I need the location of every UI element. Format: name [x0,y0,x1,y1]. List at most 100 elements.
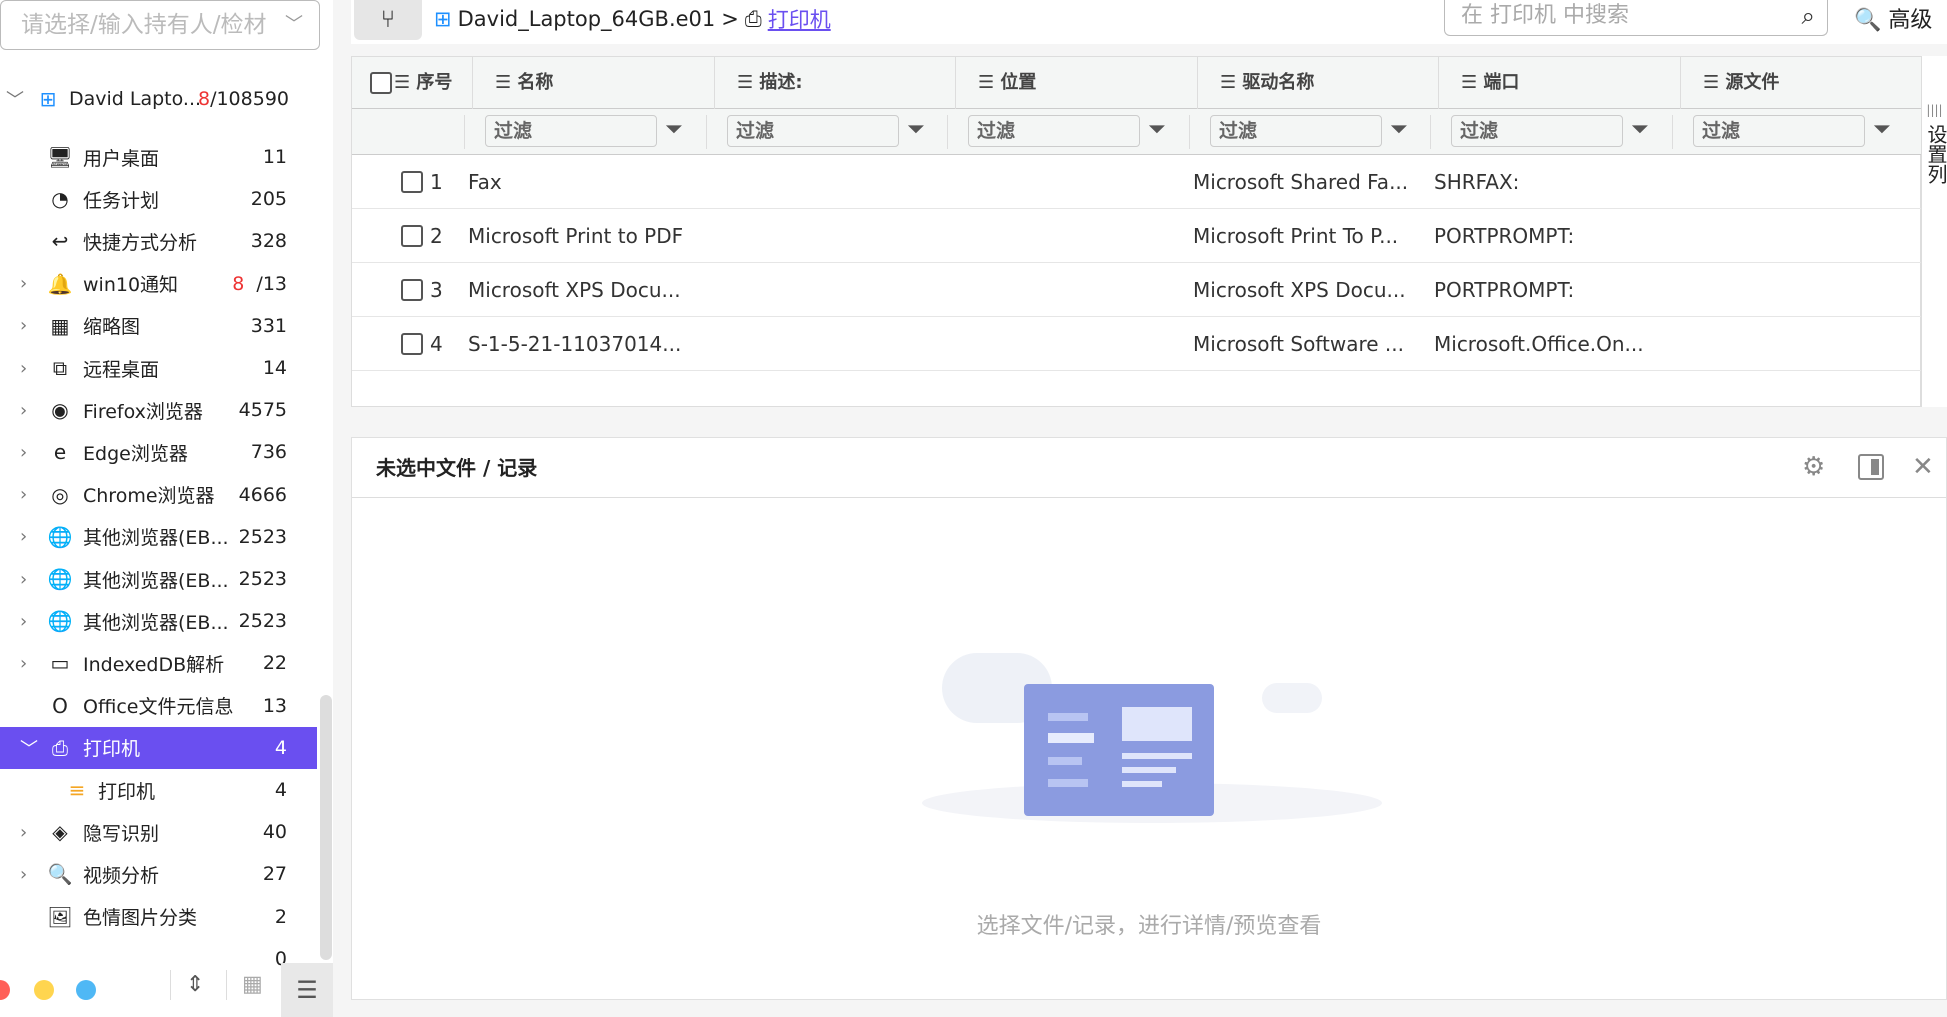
owner-select[interactable]: 请选择/输入持有人/检材 ﹀ [0,0,320,50]
row-checkbox[interactable] [401,171,423,193]
filter-icon[interactable]: ⏷ [1148,117,1166,142]
chevron-right-icon[interactable]: › [20,442,40,463]
windows-icon: ⊞ [434,7,452,31]
row-checkbox[interactable] [401,333,423,355]
column-header[interactable]: ☰ 位置 [955,57,1197,109]
column-menu-icon[interactable]: ☰ [1220,72,1236,93]
chevron-down-icon[interactable]: ﹀ [20,735,40,761]
table-row[interactable]: 1 Fax Microsoft Shared Fa... SHRFAX: [352,155,1922,209]
red-color-dot[interactable] [0,980,10,1000]
chevron-right-icon[interactable]: › [20,653,40,674]
sidebar-item[interactable]: › e Edge浏览器 736 [0,431,317,473]
filter-input[interactable]: 过滤 [968,115,1140,147]
column-settings-button[interactable]: |||| 设置列 [1921,56,1947,407]
breadcrumb-current[interactable]: 打印机 [768,4,831,34]
chevron-right-icon[interactable]: › [20,400,40,421]
sidebar-item-label: 缩略图 [83,316,141,339]
chevron-right-icon[interactable]: › [20,315,40,336]
branch-button[interactable]: ⑂ [354,0,422,40]
filter-icon[interactable]: ⏷ [1631,117,1649,142]
list-view-icon[interactable]: ☰ [281,963,333,1017]
column-menu-icon[interactable]: ☰ [1461,72,1477,93]
row-checkbox[interactable] [401,225,423,247]
split-panel-icon[interactable] [1858,454,1884,480]
chevron-right-icon[interactable]: › [20,273,40,294]
advanced-search-button[interactable]: 🔍 高级 [1854,2,1932,34]
item-count: 13 [262,694,287,717]
sidebar-item[interactable]: › ◎ Chrome浏览器 4666 [0,474,317,516]
column-header[interactable]: ☰ 端口 [1438,57,1680,109]
collapse-all-icon[interactable]: ⇕ [186,972,204,997]
column-menu-icon[interactable]: ☰ [978,72,994,93]
tree-root[interactable]: ﹀ ⊞ David Lapto... 8/108590 [0,78,317,120]
sidebar-item[interactable]: › 🌐 其他浏览器(EB... 2523 [0,600,317,642]
sidebar-item[interactable]: O Office文件元信息 13 [0,685,317,727]
sidebar-item[interactable]: ↩ 快捷方式分析 328 [0,220,317,262]
sidebar-item-label: 远程桌面 [83,358,160,381]
sidebar-item[interactable]: › ◉ Firefox浏览器 4575 [0,389,317,431]
column-menu-icon[interactable]: ☰ [1703,72,1719,93]
chevron-right-icon[interactable]: › [20,484,40,505]
column-header[interactable]: ☰ 描述: [714,57,955,109]
item-count: 205 [250,188,287,211]
filter-input[interactable]: 过滤 [485,115,657,147]
row-checkbox[interactable] [401,279,423,301]
sidebar-item[interactable]: 0 [0,938,317,980]
filter-input[interactable]: 过滤 [727,115,899,147]
close-icon[interactable]: ✕ [1912,452,1934,482]
sidebar-item[interactable]: › ◈ 隐写识别 40 [0,811,317,853]
table-row[interactable]: 2 Microsoft Print to PDF Microsoft Print T… [352,209,1922,263]
sidebar-item-label: Office文件元信息 [83,696,234,719]
office-icon: O [52,693,68,718]
chevron-right-icon[interactable]: › [20,822,40,843]
column-filter: 过滤 ⏷ [947,115,1189,149]
select-all-checkbox[interactable] [370,72,392,94]
search-input[interactable]: 在 打印机 中搜索 ⌕ [1444,0,1828,36]
breadcrumb-source[interactable]: David_Laptop_64GB.e01 [458,7,716,31]
sidebar-item[interactable]: ﹀ ⎙ 打印机 4 [0,726,317,769]
filter-icon[interactable]: ⏷ [907,117,925,142]
sidebar-item-label: 打印机 [83,738,141,761]
filter-input[interactable]: 过滤 [1451,115,1623,147]
column-header[interactable]: ☰ 序号 [394,57,472,109]
column-header[interactable]: ☰ 驱动名称 [1197,57,1438,109]
gear-icon[interactable]: ⚙ [1802,452,1825,482]
filter-input[interactable]: 过滤 [1210,115,1382,147]
filter-icon[interactable]: ⏷ [1873,117,1891,142]
edge-icon: e [53,440,67,465]
table-row[interactable]: 4 S-1-5-21-11037014... Microsoft Software … [352,317,1922,371]
search-icon[interactable]: ⌕ [1802,0,1815,32]
sidebar-item-label: Edge浏览器 [83,442,188,465]
chevron-right-icon[interactable]: › [20,611,40,632]
sidebar-scrollbar[interactable] [320,695,332,960]
sidebar-item[interactable]: 🖥 用户桌面 11 [0,136,317,178]
sidebar-item[interactable]: › 🔍 视频分析 27 [0,853,317,895]
filter-icon[interactable]: ⏷ [665,117,683,142]
chevron-right-icon[interactable]: › [20,864,40,885]
column-menu-icon[interactable]: ☰ [495,72,511,93]
blue-color-dot[interactable] [76,980,96,1000]
chevron-right-icon[interactable]: › [20,358,40,379]
chevron-right-icon[interactable]: › [20,569,40,590]
column-menu-icon[interactable]: ☰ [394,72,410,93]
sidebar-item[interactable]: › 🌐 其他浏览器(EB... 2523 [0,558,317,600]
filter-icon[interactable]: ⏷ [1390,117,1408,142]
sidebar-item[interactable]: ◔ 任务计划 205 [0,178,317,220]
filter-input[interactable]: 过滤 [1693,115,1865,147]
sidebar-item[interactable]: ≡ 打印机 4 [0,769,317,811]
sidebar-item[interactable]: 🖼 色情图片分类 2 [0,896,317,938]
yellow-color-dot[interactable] [34,980,54,1000]
sidebar-item[interactable]: › 🌐 其他浏览器(EB... 2523 [0,516,317,558]
sidebar-item[interactable]: › ▦ 缩略图 331 [0,305,317,347]
column-menu-icon[interactable]: ☰ [737,72,753,93]
column-header[interactable]: ☰ 源文件 [1680,57,1922,109]
column-header[interactable]: ☰ 名称 [472,57,714,109]
cell-no: 4 [430,332,443,356]
table-row[interactable]: 3 Microsoft XPS Docu... Microsoft XPS Docu… [352,263,1922,317]
sidebar-item[interactable]: › ⧉ 远程桌面 14 [0,347,317,389]
sidebar-item[interactable]: › ▭ IndexedDB解析 22 [0,642,317,684]
chevron-down-icon[interactable]: ﹀ [6,86,26,112]
chevron-right-icon[interactable]: › [20,526,40,547]
sidebar-item[interactable]: › 🔔 win10通知 8 /13 [0,263,317,305]
grid-view-icon[interactable]: ▦ [242,972,263,997]
